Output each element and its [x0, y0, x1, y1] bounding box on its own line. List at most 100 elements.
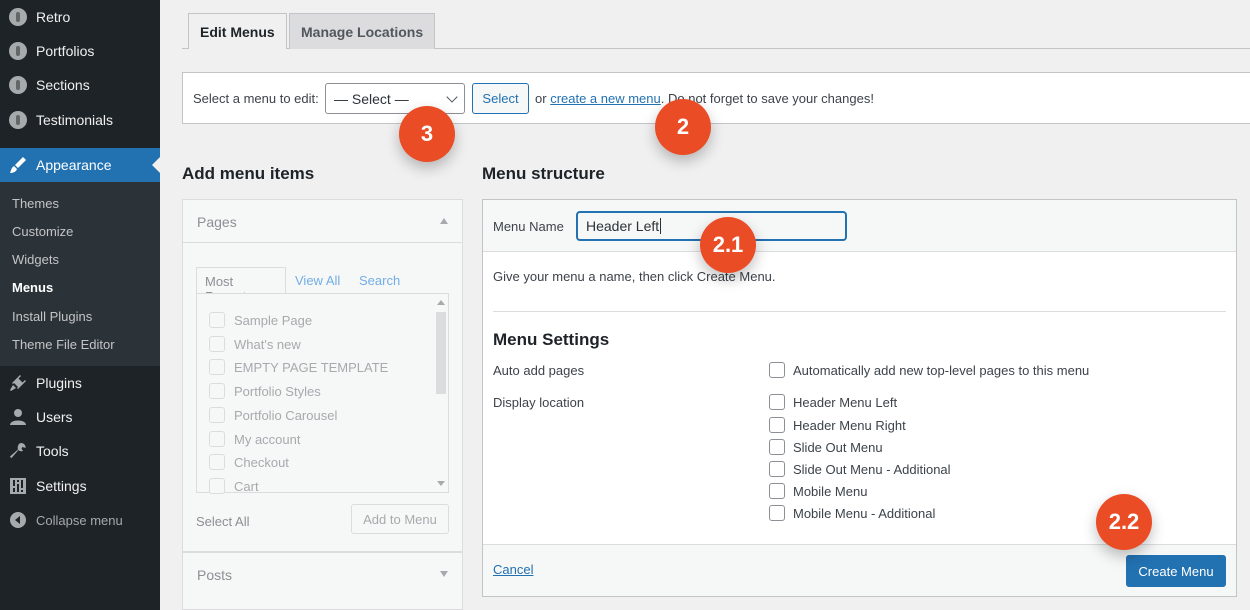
add-menu-items-heading: Add menu items [182, 164, 315, 183]
submenu-widgets[interactable]: Widgets [12, 252, 59, 267]
checkbox[interactable] [769, 483, 785, 499]
pages-accordion-header[interactable]: Pages [183, 200, 462, 243]
menu-settings-title: Menu Settings [493, 330, 610, 349]
wrench-icon [8, 441, 28, 461]
sidebar-item-tools[interactable]: Tools [0, 434, 160, 468]
location-option[interactable]: Header Menu Right [769, 416, 906, 434]
page-label: EMPTY PAGE TEMPLATE [234, 359, 389, 375]
sidebar-item-settings[interactable]: Settings [0, 469, 160, 503]
checkbox[interactable] [769, 417, 785, 433]
menu-name-header: Menu Name Header Left [483, 200, 1236, 252]
sidebar-item-label: Tools [36, 443, 69, 459]
scroll-thumb[interactable] [436, 312, 446, 394]
checkbox[interactable] [769, 362, 785, 378]
sidebar-item-users[interactable]: Users [0, 400, 160, 434]
location-option[interactable]: Slide Out Menu [769, 438, 883, 456]
page-label: What's new [234, 336, 301, 352]
location-label: Slide Out Menu [793, 439, 883, 455]
add-to-menu-button[interactable]: Add to Menu [351, 504, 449, 534]
checkbox[interactable] [209, 383, 225, 399]
sidebar-item-label: Settings [36, 478, 87, 494]
callout-badge-2: 2 [655, 99, 711, 155]
tab-search[interactable]: Search [359, 273, 400, 288]
location-option[interactable]: Mobile Menu [769, 482, 867, 500]
plugin-icon [8, 41, 28, 61]
display-location-label: Display location [493, 395, 585, 410]
checkbox[interactable] [209, 407, 225, 423]
chevron-down-icon [446, 90, 458, 103]
sidebar-item-sections[interactable]: Sections [0, 68, 160, 102]
expand-arrow-icon [440, 571, 448, 577]
location-option[interactable]: Header Menu Left [769, 393, 897, 411]
list-item[interactable]: EMPTY PAGE TEMPLATE [209, 358, 388, 376]
submenu-theme-file-editor[interactable]: Theme File Editor [12, 337, 115, 352]
list-item[interactable]: Cart [209, 477, 259, 495]
scroll-up-icon[interactable] [437, 300, 445, 305]
callout-badge-2-2: 2.2 [1096, 494, 1152, 550]
checkbox[interactable] [209, 431, 225, 447]
menu-name-label: Menu Name [493, 219, 564, 234]
auto-add-pages-label: Auto add pages [493, 363, 585, 378]
location-option[interactable]: Slide Out Menu - Additional [769, 460, 951, 478]
cancel-link[interactable]: Cancel [493, 562, 533, 577]
checkbox[interactable] [769, 439, 785, 455]
tab-view-all[interactable]: View All [295, 273, 340, 288]
checkbox[interactable] [769, 394, 785, 410]
location-label: Slide Out Menu - Additional [793, 461, 951, 477]
tab-manage-locations[interactable]: Manage Locations [289, 13, 436, 49]
sidebar-item-retro[interactable]: Retro [0, 0, 160, 34]
scroll-down-icon[interactable] [437, 481, 445, 486]
submenu-customize[interactable]: Customize [12, 224, 73, 239]
submenu-install-plugins[interactable]: Install Plugins [12, 309, 92, 324]
location-label: Header Menu Right [793, 417, 906, 433]
list-item[interactable]: Checkout [209, 453, 289, 471]
select-all-checkbox[interactable]: Select All [196, 514, 249, 529]
sidebar-item-label: Appearance [36, 157, 112, 173]
or-text: or [535, 91, 547, 106]
active-indicator [152, 157, 160, 173]
collapse-arrow-icon [440, 218, 448, 224]
list-item[interactable]: My account [209, 430, 300, 448]
list-item[interactable]: Portfolio Styles [209, 382, 321, 400]
submenu-themes[interactable]: Themes [12, 196, 59, 211]
plugin-icon [8, 110, 28, 130]
page-label: Sample Page [234, 312, 313, 328]
sidebar-item-plugins[interactable]: Plugins [0, 366, 160, 400]
checkbox[interactable] [209, 359, 225, 375]
list-item[interactable]: What's new [209, 335, 301, 353]
tab-edit-menus[interactable]: Edit Menus [188, 13, 287, 49]
menu-name-value: Header Left [586, 218, 660, 234]
list-scrollbar[interactable] [434, 296, 446, 490]
menu-select-bar: Select a menu to edit: — Select — Select… [182, 72, 1250, 124]
checkbox[interactable] [769, 461, 785, 477]
location-label: Mobile Menu [793, 483, 868, 499]
auto-add-option[interactable]: Automatically add new top-level pages to… [769, 361, 1089, 379]
posts-accordion[interactable]: Posts [182, 552, 463, 610]
checkbox[interactable] [209, 312, 225, 328]
page-label: Portfolio Carousel [234, 407, 338, 423]
sidebar-item-label: Testimonials [36, 112, 114, 128]
user-icon [8, 407, 28, 427]
page-label: Cart [234, 478, 259, 494]
list-item[interactable]: Portfolio Carousel [209, 406, 337, 424]
create-menu-button[interactable]: Create Menu [1126, 555, 1226, 587]
checkbox[interactable] [209, 454, 225, 470]
location-option[interactable]: Mobile Menu - Additional [769, 504, 935, 522]
sidebar-item-testimonials[interactable]: Testimonials [0, 103, 160, 137]
create-new-menu-link[interactable]: create a new menu [550, 91, 661, 106]
submenu-menus[interactable]: Menus [12, 280, 53, 295]
list-item[interactable]: Sample Page [209, 311, 312, 329]
sidebar-item-appearance[interactable]: Appearance [0, 148, 160, 182]
paintbrush-icon [8, 155, 28, 175]
sidebar-item-portfolios[interactable]: Portfolios [0, 34, 160, 68]
collapse-menu-button[interactable]: Collapse menu [0, 503, 160, 537]
tab-most-recent[interactable]: Most Recent [196, 267, 286, 304]
menu-select-dropdown[interactable]: — Select — [325, 83, 465, 114]
checkbox[interactable] [769, 505, 785, 521]
select-button[interactable]: Select [472, 83, 529, 114]
divider [493, 311, 1226, 312]
checkbox[interactable] [209, 478, 225, 494]
sidebar-item-label: Retro [36, 9, 71, 25]
plugin-icon [8, 75, 28, 95]
checkbox[interactable] [209, 336, 225, 352]
